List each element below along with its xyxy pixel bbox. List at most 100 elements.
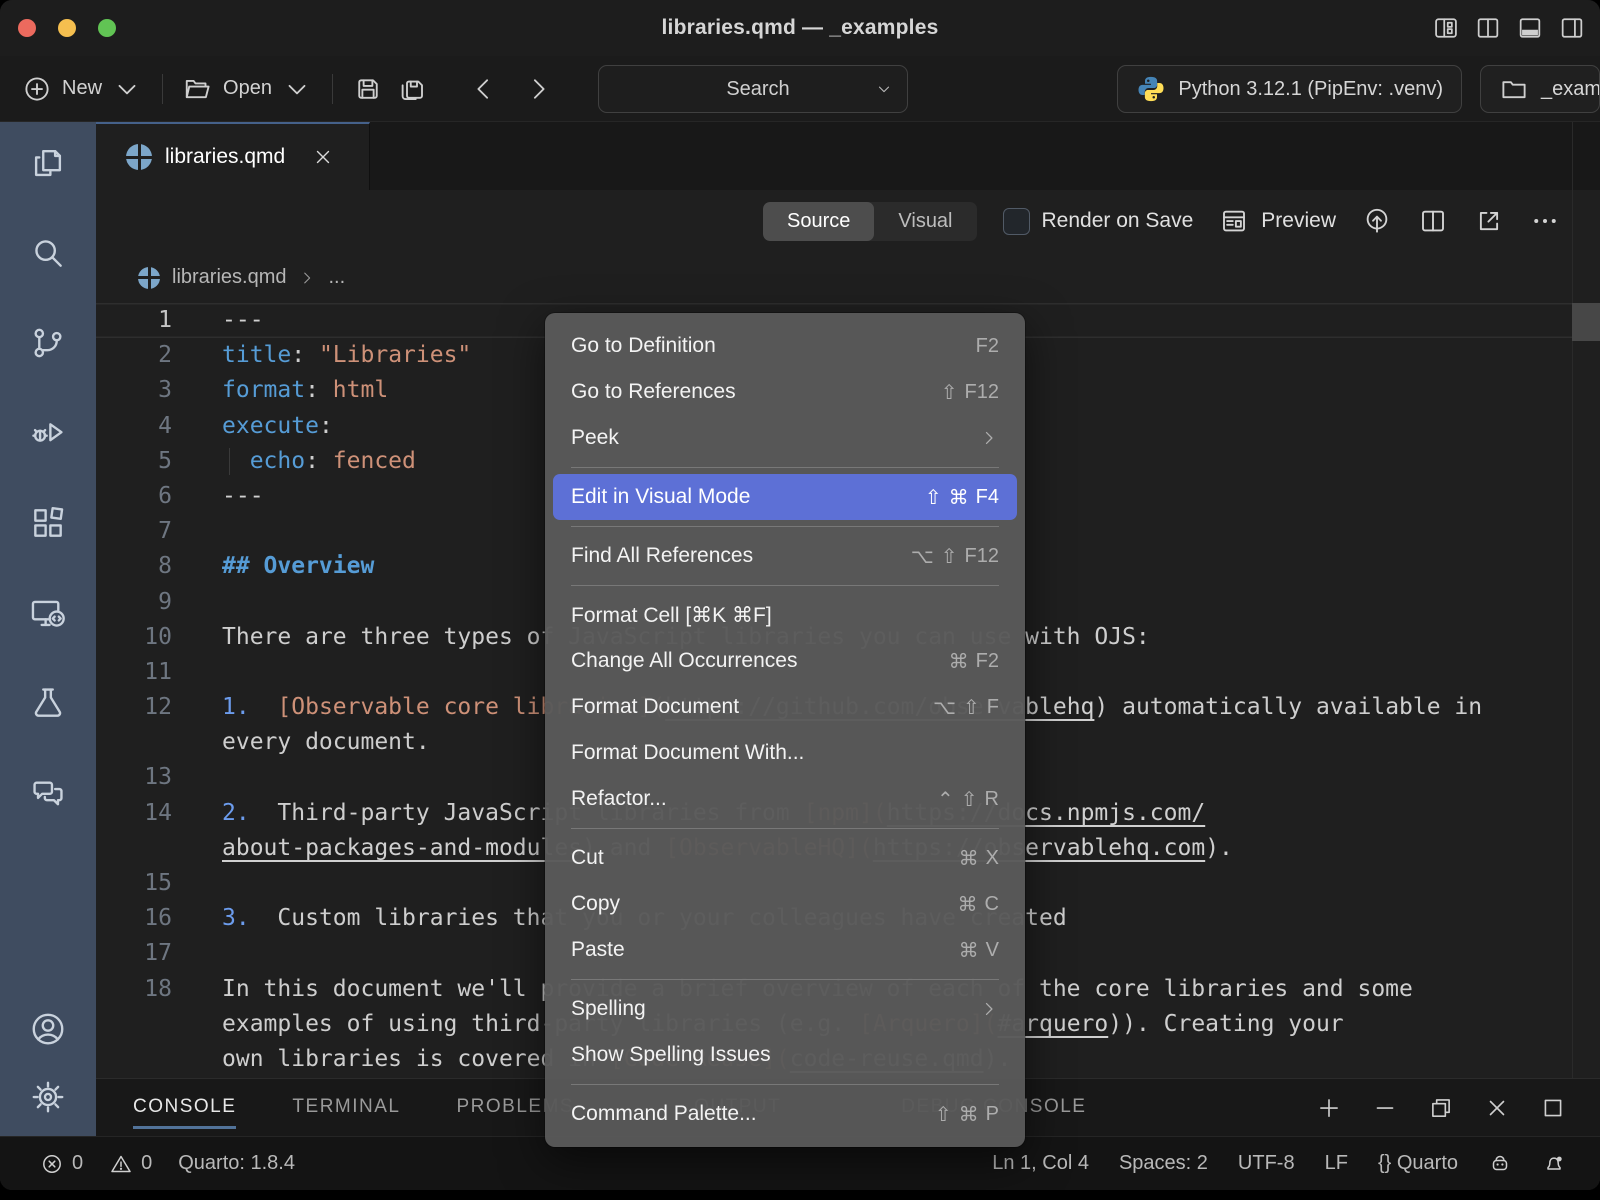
menu-separator	[571, 467, 999, 468]
menu-item-format-document[interactable]: Format Document⌥⇧F	[553, 684, 1017, 730]
menu-item-copy[interactable]: Copy⌘C	[553, 881, 1017, 927]
activity-bar-source-control-icon[interactable]	[29, 324, 67, 362]
interpreter-selector[interactable]: Python 3.12.1 (PipEnv: .venv)	[1117, 65, 1462, 113]
render-document-icon[interactable]	[1362, 206, 1392, 236]
bell-dot-icon	[1542, 1152, 1566, 1176]
status-eol[interactable]: LF	[1325, 1152, 1348, 1175]
panel-maximize-icon[interactable]	[1540, 1095, 1566, 1121]
activity-bar-search-icon[interactable]	[29, 234, 67, 272]
menu-item-go-to-definition[interactable]: Go to DefinitionF2	[553, 323, 1017, 369]
menu-item-peek[interactable]: Peek	[553, 415, 1017, 461]
status-encoding[interactable]: UTF-8	[1238, 1152, 1295, 1175]
toolbar-separator	[162, 74, 163, 104]
line-number: 12	[96, 690, 172, 725]
status-errors[interactable]: 0	[40, 1152, 83, 1176]
menu-item-label: Show Spelling Issues	[571, 1043, 771, 1067]
toggle-panel-icon[interactable]	[1516, 14, 1544, 42]
save-button[interactable]	[353, 74, 383, 104]
menu-item-label: Edit in Visual Mode	[571, 485, 750, 509]
python-logo-icon	[1136, 74, 1166, 104]
activity-bar-account-icon[interactable]	[29, 1010, 67, 1048]
scrollbar-thumb[interactable]	[1572, 303, 1600, 341]
activity-bar-explorer-icon[interactable]	[29, 144, 67, 182]
menu-item-change-all-occurrences[interactable]: Change All Occurrences⌘F2	[553, 638, 1017, 684]
search-input[interactable]: Search	[598, 65, 908, 113]
status-indentation[interactable]: Spaces: 2	[1119, 1152, 1208, 1175]
close-tab-icon[interactable]	[312, 146, 334, 168]
open-button[interactable]: Open	[183, 74, 312, 104]
editor-action-bar: Source Visual Render on Save Preview	[96, 190, 1600, 252]
panel-tab-terminal[interactable]: TERMINAL	[292, 1086, 400, 1129]
menu-item-label: Go to Definition	[571, 334, 716, 358]
editor-scrollbar[interactable]	[1572, 122, 1600, 1078]
customize-layout-icon[interactable]	[1432, 14, 1460, 42]
activity-bar-sessions-icon[interactable]	[29, 594, 67, 632]
line-number: 1	[96, 303, 172, 338]
menu-shortcut: ⌘C	[958, 892, 999, 917]
menu-item-refactor[interactable]: Refactor...⌃⇧R	[553, 776, 1017, 822]
tab-label: libraries.qmd	[165, 145, 285, 169]
new-button[interactable]: New	[22, 74, 142, 104]
menu-item-label: Format Document With...	[571, 741, 804, 765]
panel-collapse-icon[interactable]	[1372, 1095, 1398, 1121]
activity-bar-testing-icon[interactable]	[29, 684, 67, 722]
menu-item-edit-in-visual-mode[interactable]: Edit in Visual Mode ⇧⌘F4	[553, 474, 1017, 520]
tab-libraries-qmd[interactable]: libraries.qmd	[96, 122, 370, 190]
line-number: 9	[96, 585, 172, 620]
panel-close-icon[interactable]	[1484, 1095, 1510, 1121]
more-actions-icon[interactable]	[1530, 206, 1560, 236]
chevron-right-icon	[523, 74, 553, 104]
activity-bar-comments-icon[interactable]	[29, 774, 67, 812]
menu-item-paste[interactable]: Paste⌘V	[553, 927, 1017, 973]
quarto-file-icon	[138, 267, 160, 289]
toolbar-separator	[332, 74, 333, 104]
workspace-selector[interactable]: _examples	[1480, 65, 1600, 113]
activity-bar-run-debug-icon[interactable]	[29, 414, 67, 452]
breadcrumb-more[interactable]: ...	[328, 266, 345, 289]
line-number: 3	[96, 373, 172, 408]
status-notifications[interactable]	[1542, 1152, 1566, 1176]
breadcrumb-file[interactable]: libraries.qmd	[172, 266, 286, 289]
menu-shortcut: ⇧⌘F4	[925, 485, 999, 510]
open-in-new-window-icon[interactable]	[1474, 206, 1504, 236]
mode-source-button[interactable]: Source	[763, 202, 874, 241]
quarto-file-icon	[126, 144, 152, 170]
menu-separator	[571, 585, 999, 586]
status-quarto-version[interactable]: Quarto: 1.8.4	[178, 1152, 295, 1175]
render-on-save-checkbox[interactable]	[1003, 208, 1030, 235]
panel-restore-icon[interactable]	[1428, 1095, 1454, 1121]
split-editor-icon[interactable]	[1418, 206, 1448, 236]
status-language-mode[interactable]: {} Quarto	[1378, 1152, 1458, 1175]
menu-item-format-document-with[interactable]: Format Document With...	[553, 730, 1017, 776]
line-number: 7	[96, 514, 172, 549]
menu-item-label: Find All References	[571, 544, 753, 568]
menu-item-command-palette[interactable]: Command Palette...⇧⌘P	[553, 1091, 1017, 1137]
activity-bar-settings-icon[interactable]	[29, 1078, 67, 1116]
activity-bar-extensions-icon[interactable]	[29, 504, 67, 542]
status-copilot[interactable]	[1488, 1152, 1512, 1176]
context-menu: Go to DefinitionF2Go to References⇧F12Pe…	[545, 313, 1025, 1147]
toggle-secondary-sidebar-icon[interactable]	[1558, 14, 1586, 42]
save-all-button[interactable]	[397, 74, 427, 104]
preview-button[interactable]: Preview	[1219, 206, 1336, 236]
preview-icon	[1219, 206, 1249, 236]
error-icon	[40, 1152, 64, 1176]
save-all-icon	[397, 74, 427, 104]
navigate-back-button[interactable]	[469, 74, 499, 104]
activity-bar	[0, 122, 96, 1136]
panel-tab-console[interactable]: CONSOLE	[133, 1086, 236, 1129]
status-warnings[interactable]: 0	[109, 1152, 152, 1176]
menu-item-show-spelling-issues[interactable]: Show Spelling Issues	[553, 1032, 1017, 1078]
menu-item-find-all-references[interactable]: Find All References⌥⇧F12	[553, 533, 1017, 579]
navigate-forward-button[interactable]	[523, 74, 553, 104]
split-editor-layout-icon[interactable]	[1474, 14, 1502, 42]
breadcrumb[interactable]: libraries.qmd ...	[96, 252, 1600, 303]
menu-item-cut[interactable]: Cut⌘X	[553, 835, 1017, 881]
menu-item-spelling[interactable]: Spelling	[553, 986, 1017, 1032]
menu-item-format-cell-k-f[interactable]: Format Cell [⌘K ⌘F]	[553, 592, 1017, 638]
status-cursor-position[interactable]: Ln 1, Col 4	[992, 1152, 1089, 1175]
warning-icon	[109, 1152, 133, 1176]
menu-item-go-to-references[interactable]: Go to References⇧F12	[553, 369, 1017, 415]
panel-add-icon[interactable]	[1316, 1095, 1342, 1121]
mode-visual-button[interactable]: Visual	[874, 202, 976, 241]
